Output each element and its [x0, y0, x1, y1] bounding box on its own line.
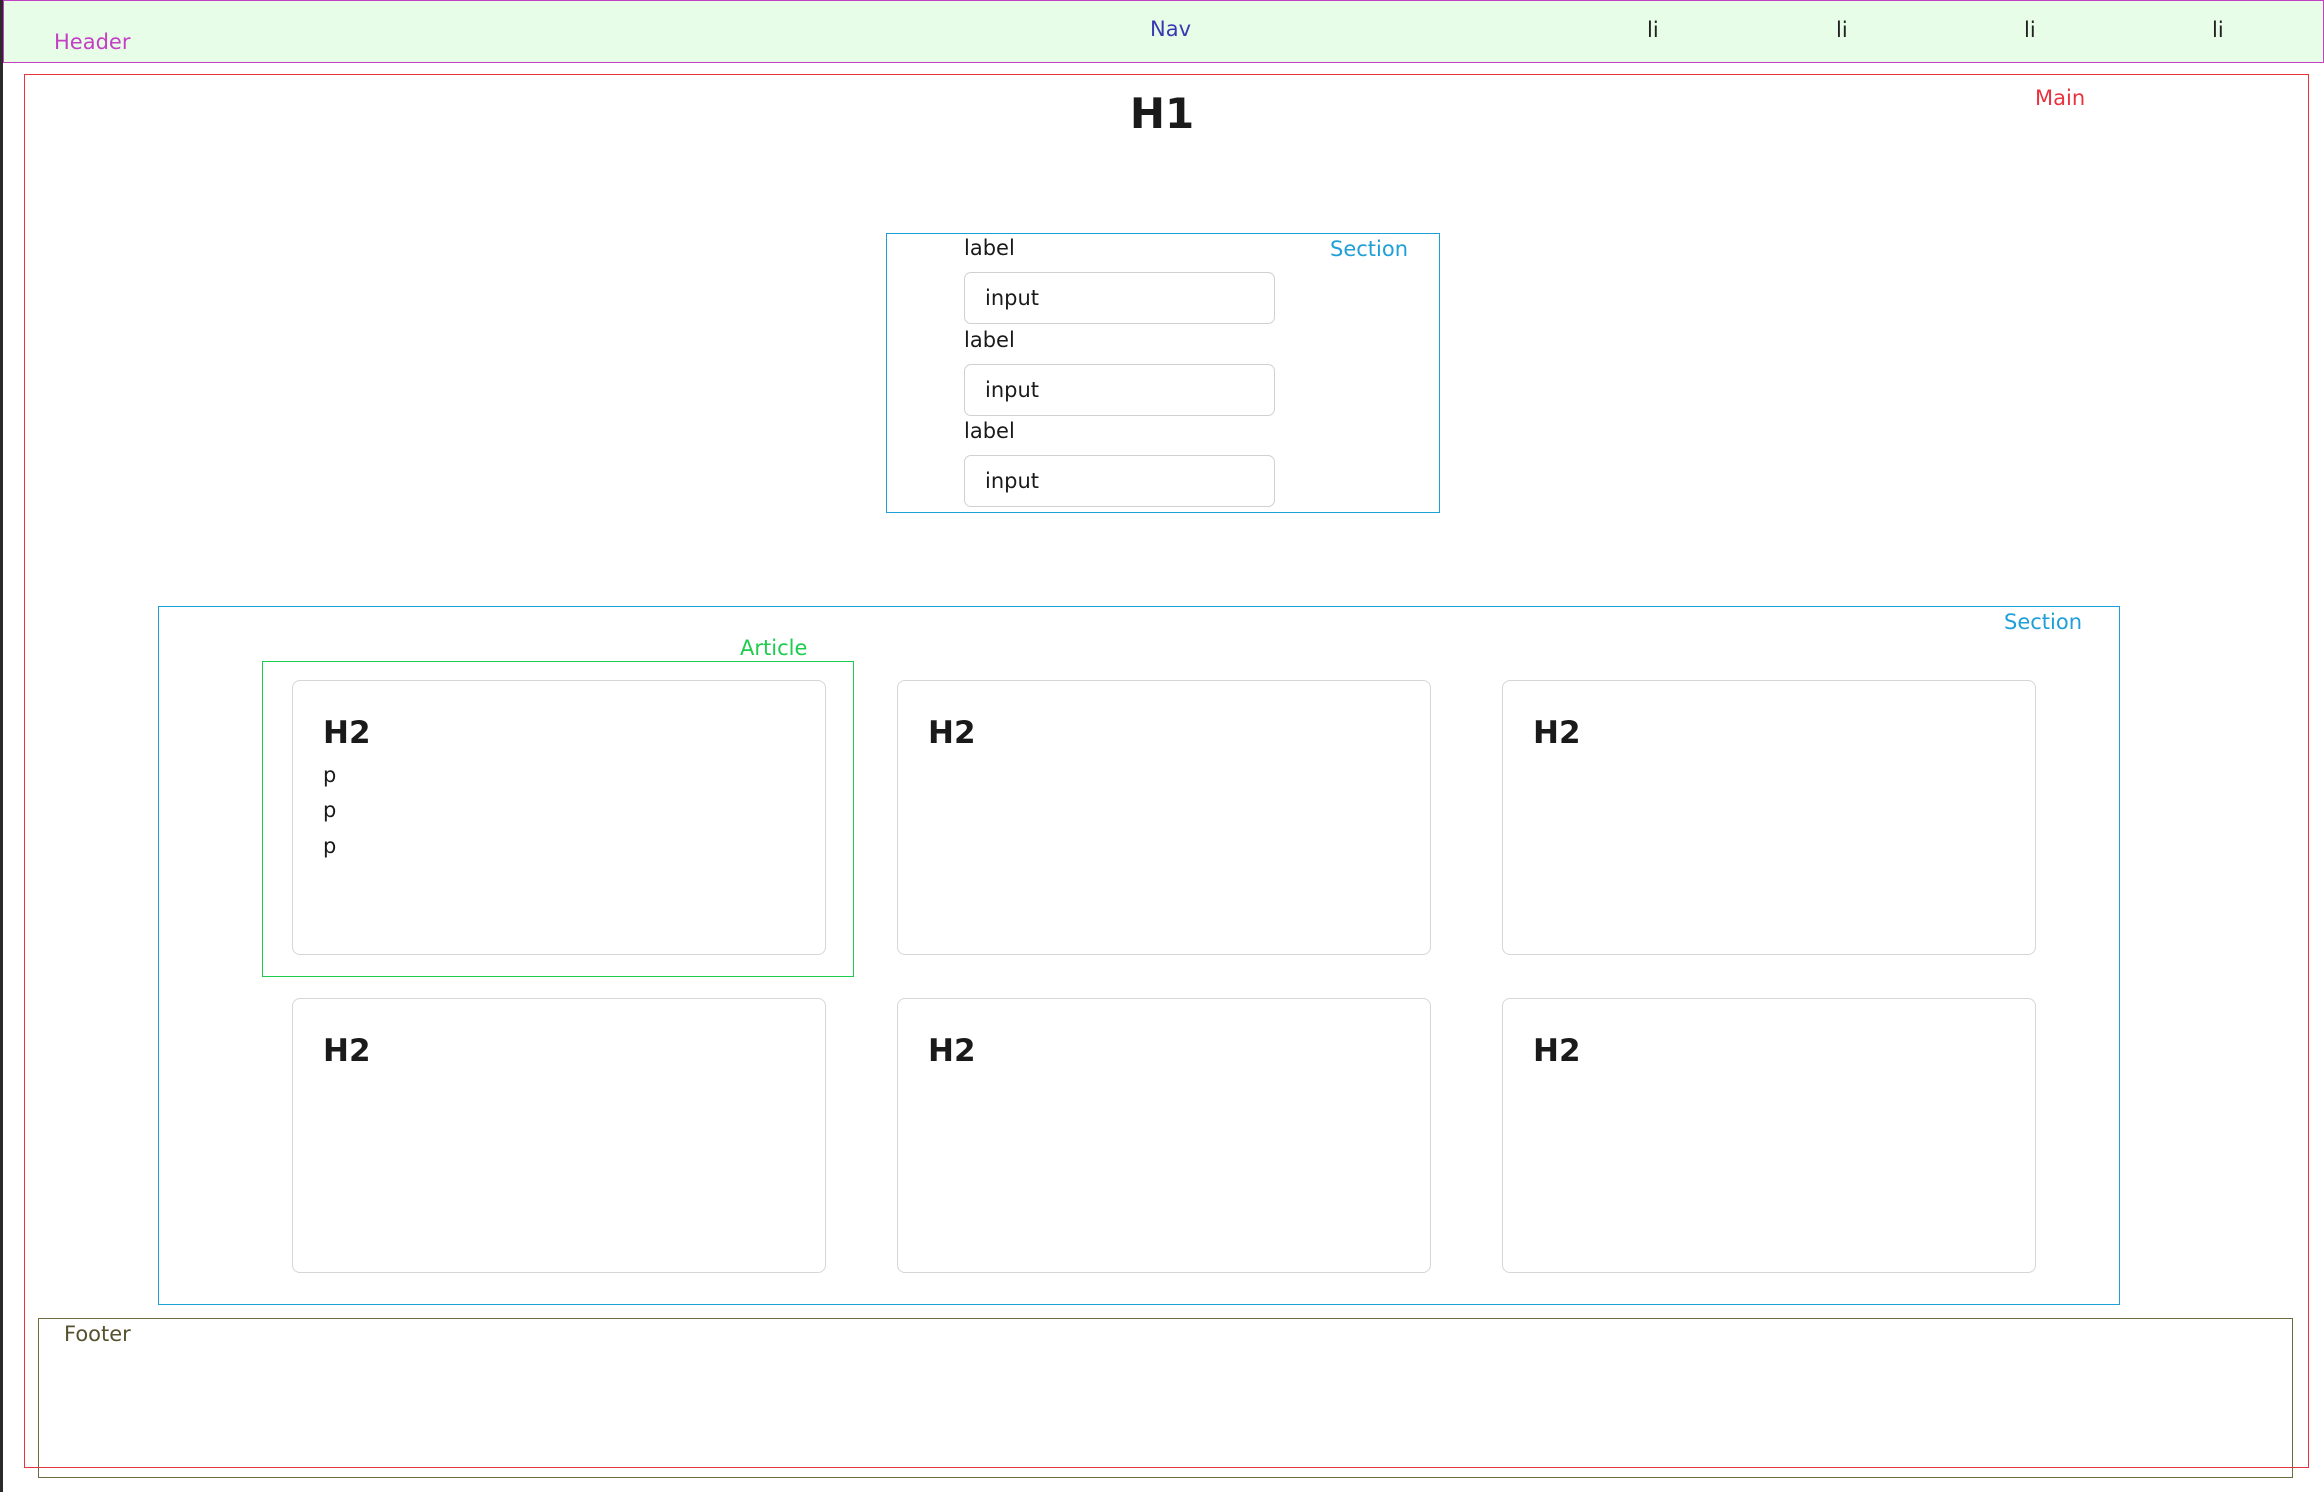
card-paragraph: p — [323, 834, 337, 858]
card: H2 — [292, 998, 826, 1273]
text-input[interactable]: input — [964, 455, 1275, 507]
card: H2 p p p — [292, 680, 826, 955]
card: H2 — [897, 680, 1431, 955]
card-heading: H2 — [323, 1033, 371, 1069]
nav-tag: Nav — [1150, 17, 1192, 41]
card-heading: H2 — [1533, 1033, 1581, 1069]
card-heading: H2 — [928, 1033, 976, 1069]
article-tag: Article — [740, 636, 808, 660]
text-input[interactable]: input — [964, 364, 1275, 416]
card: H2 — [1502, 680, 2036, 955]
footer-tag: Footer — [64, 1322, 131, 1346]
header-tag: Header — [54, 30, 131, 54]
page-left-edge — [0, 0, 3, 1492]
text-input[interactable]: input — [964, 272, 1275, 324]
card-heading: H2 — [323, 715, 371, 751]
form-section-tag: Section — [1330, 237, 1409, 261]
card-paragraph: p — [323, 763, 337, 787]
card: H2 — [897, 998, 1431, 1273]
page-title: H1 — [1129, 89, 1195, 138]
card: H2 — [1502, 998, 2036, 1273]
nav-item[interactable]: li — [2024, 20, 2036, 41]
field-label: label — [964, 328, 1015, 352]
nav-item[interactable]: li — [1836, 20, 1848, 41]
card-heading: H2 — [1533, 715, 1581, 751]
cards-section-tag: Section — [2004, 610, 2083, 634]
field-label: label — [964, 236, 1015, 260]
field-label: label — [964, 419, 1015, 443]
card-heading: H2 — [928, 715, 976, 751]
nav-item[interactable]: li — [1647, 20, 1659, 41]
footer-box — [38, 1318, 2293, 1478]
nav-item[interactable]: li — [2212, 20, 2224, 41]
card-paragraph: p — [323, 798, 337, 822]
